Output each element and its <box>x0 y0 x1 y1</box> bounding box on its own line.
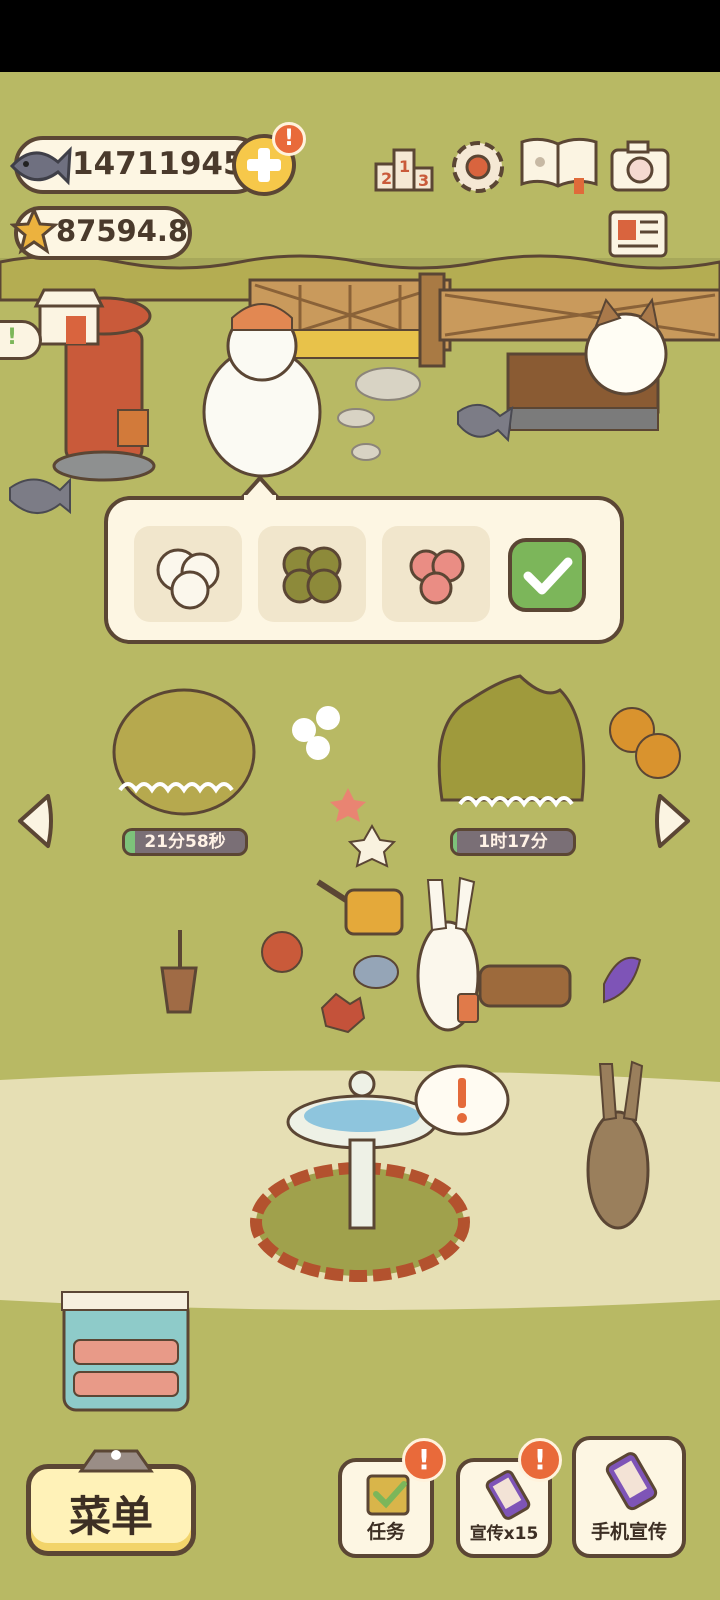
album-icon[interactable] <box>518 134 600 196</box>
delivery-request-bubble <box>104 496 624 644</box>
request-slot-1 <box>134 526 242 622</box>
menu-label: 菜单 <box>68 1492 153 1541</box>
phone-promo-button[interactable]: 手机宣传 <box>572 1436 686 1558</box>
tasks-alert-badge: ! <box>402 1438 446 1482</box>
clipboard-icon <box>366 1474 410 1516</box>
status-bar <box>0 0 720 72</box>
promo-label: 宣传x15 <box>469 1524 539 1544</box>
ranking-icon[interactable]: 2 1 3 <box>372 138 436 196</box>
phone-promo-label: 手机宣传 <box>590 1521 667 1543</box>
check-icon <box>523 557 573 595</box>
shop-icon[interactable] <box>32 284 106 348</box>
game-scene[interactable]: 14711945 ! 87594.8 2 1 3 ! 21分58秒 1时17分 … <box>0 72 720 1600</box>
white-flower-bundle-icon <box>156 548 220 610</box>
svg-text:1: 1 <box>399 157 410 176</box>
fish-amount: 14711945 <box>72 146 245 182</box>
star-icon <box>10 206 58 255</box>
left-plant-timer: 21分58秒 <box>122 828 248 856</box>
offscreen-notice-tab[interactable]: ! <box>0 320 42 360</box>
arrow-left-icon[interactable] <box>12 790 58 852</box>
clipboard-clip-icon <box>78 1449 154 1473</box>
svg-text:3: 3 <box>418 171 429 190</box>
star-amount: 87594.8 <box>56 214 189 248</box>
phone-icon <box>605 1452 658 1511</box>
tasks-label: 任务 <box>366 1521 405 1543</box>
svg-text:2: 2 <box>381 169 392 188</box>
menu-button[interactable]: 菜单 <box>26 1449 196 1556</box>
clover-bundle-icon <box>282 546 342 604</box>
left-timer-text: 21分58秒 <box>144 832 226 852</box>
notice-mark: ! <box>7 325 18 350</box>
pink-flower-bundle-icon <box>409 549 465 605</box>
arrow-right-icon[interactable] <box>650 790 696 852</box>
fish-icon <box>9 146 72 186</box>
camera-icon[interactable] <box>608 138 672 194</box>
promo-alert-badge: ! <box>518 1438 562 1482</box>
right-timer-text: 1时17分 <box>478 832 548 852</box>
add-fish-alert-badge: ! <box>272 122 306 156</box>
request-slot-3 <box>382 526 490 622</box>
garden-background <box>0 254 720 1412</box>
bubble-tail <box>240 476 280 500</box>
right-timer-fill <box>453 831 457 853</box>
request-slot-2 <box>258 526 366 622</box>
confirm-delivery-button[interactable] <box>508 538 586 612</box>
gear-icon[interactable] <box>446 136 510 198</box>
right-plant-timer: 1时17分 <box>450 828 576 856</box>
left-timer-fill <box>125 831 135 853</box>
newspaper-icon[interactable] <box>606 206 670 262</box>
